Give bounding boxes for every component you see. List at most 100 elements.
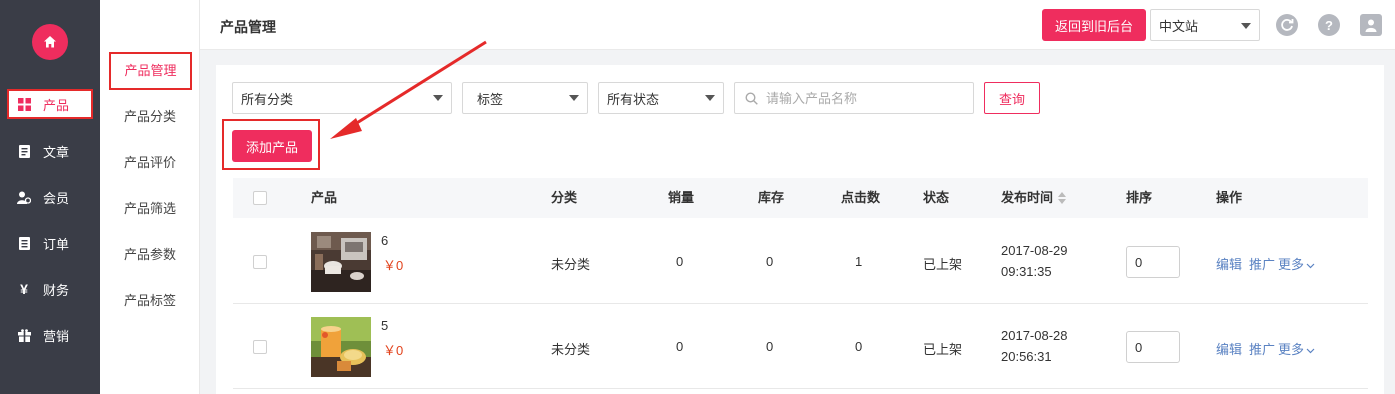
back-to-old-admin-button[interactable]: 返回到旧后台	[1042, 9, 1146, 41]
members-icon	[17, 190, 31, 204]
column-header-clicks: 点击数	[841, 190, 881, 205]
chevron-down-icon	[433, 95, 443, 101]
product-thumbnail[interactable]	[311, 232, 371, 292]
promote-link[interactable]: 推广	[1249, 254, 1275, 273]
column-header-category: 分类	[551, 190, 578, 205]
sidebar-item-products[interactable]: 产品	[7, 89, 93, 119]
chevron-down-icon	[569, 95, 579, 101]
product-price: ￥0	[383, 258, 404, 273]
subnav-item-product-category[interactable]: 产品分类	[100, 102, 200, 132]
product-search-box[interactable]	[734, 82, 974, 114]
select-all-checkbox[interactable]	[253, 191, 267, 205]
page-title: 产品管理	[220, 19, 276, 35]
subnav-item-product-reviews[interactable]: 产品评价	[100, 148, 200, 178]
status-filter-value: 所有状态	[607, 91, 660, 107]
query-button[interactable]: 查询	[984, 82, 1040, 114]
table-row: 5 ￥0 未分类 0 0 0 已上架 2017-08-28 20:56:31 编…	[233, 304, 1368, 389]
tag-filter-select[interactable]: 标签	[462, 82, 588, 114]
product-clicks: 0	[855, 339, 863, 354]
sidebar-item-members[interactable]: 会员	[0, 182, 100, 212]
sidebar-item-label: 财务	[43, 282, 70, 298]
order-icon	[17, 236, 31, 250]
product-stock: 0	[766, 339, 774, 354]
chevron-down-icon	[1306, 348, 1315, 354]
edit-link[interactable]: 编辑	[1216, 339, 1242, 358]
sidebar-item-label: 文章	[43, 144, 70, 160]
publish-date: 2017-08-29	[1001, 243, 1068, 258]
document-icon	[17, 144, 31, 158]
sub-navigation: 产品管理 产品分类 产品评价 产品筛选 产品参数 产品标签	[100, 0, 200, 394]
subnav-item-product-tags[interactable]: 产品标签	[100, 286, 200, 316]
sort-asc-icon[interactable]	[1058, 192, 1066, 197]
sidebar-item-articles[interactable]: 文章	[0, 136, 100, 166]
column-header-sort: 排序	[1126, 190, 1153, 205]
add-product-button[interactable]: 添加产品	[232, 130, 312, 162]
subnav-item-product-params[interactable]: 产品参数	[100, 240, 200, 270]
site-language-select[interactable]: 中文站	[1150, 9, 1260, 41]
product-sales: 0	[676, 254, 684, 269]
yen-icon: ¥	[20, 281, 28, 297]
chevron-down-icon	[705, 95, 715, 101]
row-checkbox[interactable]	[253, 340, 267, 354]
more-label: 更多	[1278, 342, 1305, 357]
column-header-sales: 销量	[668, 190, 695, 205]
coffee-shop-photo	[311, 232, 371, 292]
edit-link[interactable]: 编辑	[1216, 254, 1242, 273]
site-select-value: 中文站	[1159, 18, 1199, 34]
product-status: 已上架	[923, 342, 963, 357]
publish-date: 2017-08-28	[1001, 328, 1068, 343]
sidebar-item-label: 订单	[43, 236, 70, 252]
column-header-product: 产品	[311, 190, 338, 205]
product-category: 未分类	[551, 342, 591, 357]
table-header: 产品 分类 销量 库存 点击数 状态 发布时间 排序 操作	[233, 178, 1368, 218]
product-clicks: 1	[855, 254, 863, 269]
row-checkbox[interactable]	[253, 255, 267, 269]
status-filter-select[interactable]: 所有状态	[598, 82, 724, 114]
grid-icon	[17, 97, 31, 111]
sidebar-item-marketing[interactable]: 营销	[0, 320, 100, 350]
sidebar-item-orders[interactable]: 订单	[0, 228, 100, 258]
refresh-icon[interactable]	[1276, 14, 1298, 36]
main-sidebar: 产品 文章 会员 订单 ¥ 财务 营销	[0, 0, 100, 394]
publish-time: 20:56:31	[1001, 349, 1052, 364]
search-icon	[745, 91, 758, 105]
product-price: ￥0	[383, 343, 404, 358]
home-button[interactable]	[32, 24, 68, 60]
product-thumbnail[interactable]	[311, 317, 371, 377]
chevron-down-icon	[1306, 263, 1315, 269]
product-stock: 0	[766, 254, 774, 269]
category-filter-select[interactable]: 所有分类	[232, 82, 452, 114]
publish-time: 09:31:35	[1001, 264, 1052, 279]
sort-desc-icon[interactable]	[1058, 199, 1066, 204]
sort-order-input[interactable]	[1126, 246, 1180, 278]
sort-order-input[interactable]	[1126, 331, 1180, 363]
chevron-down-icon	[1241, 23, 1251, 29]
product-status: 已上架	[923, 257, 963, 272]
product-name[interactable]: 5	[381, 318, 388, 333]
sidebar-item-label: 产品	[43, 97, 70, 113]
search-input[interactable]	[766, 90, 966, 106]
user-icon[interactable]	[1360, 14, 1382, 36]
column-header-actions: 操作	[1216, 190, 1243, 205]
sidebar-item-label: 会员	[43, 190, 70, 206]
more-dropdown[interactable]: 更多	[1278, 339, 1315, 358]
product-sales: 0	[676, 339, 684, 354]
column-header-status: 状态	[923, 190, 950, 205]
promote-link[interactable]: 推广	[1249, 339, 1275, 358]
more-dropdown[interactable]: 更多	[1278, 254, 1315, 273]
sidebar-item-finance[interactable]: ¥ 财务	[0, 274, 100, 304]
gift-icon	[17, 328, 31, 342]
home-icon	[44, 36, 56, 48]
more-label: 更多	[1278, 257, 1305, 272]
top-header: 产品管理 返回到旧后台 中文站 ?	[200, 0, 1395, 50]
product-name[interactable]: 6	[381, 233, 388, 248]
column-header-publish-time[interactable]: 发布时间	[1001, 178, 1053, 218]
sidebar-item-label: 营销	[43, 328, 70, 344]
category-filter-value: 所有分类	[241, 91, 294, 107]
help-icon[interactable]: ?	[1318, 14, 1340, 36]
subnav-item-product-filters[interactable]: 产品筛选	[100, 194, 200, 224]
tag-filter-value: 标签	[477, 91, 504, 107]
column-header-stock: 库存	[758, 190, 785, 205]
subnav-item-product-management[interactable]: 产品管理	[109, 52, 192, 90]
product-list-panel: 所有分类 标签 所有状态 查询 添加产品 产品 分类 销量 库存 点击数 状态 …	[216, 65, 1384, 394]
